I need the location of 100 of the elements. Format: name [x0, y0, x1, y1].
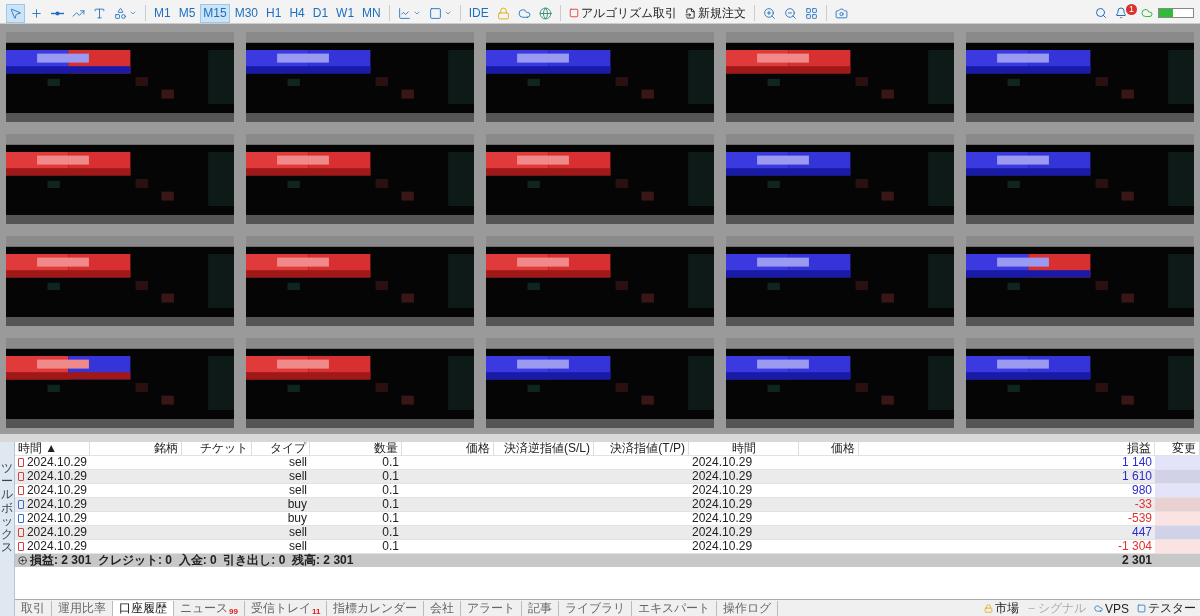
algo-trading-button[interactable]: アルゴリズム取引	[565, 3, 680, 23]
cloud-icon	[517, 6, 531, 20]
table-cell: 2024.10.29	[15, 540, 90, 553]
lock-icon	[496, 6, 510, 20]
text-icon	[93, 6, 106, 20]
lock-icon	[984, 604, 993, 613]
status-link[interactable]: VPS	[1090, 601, 1133, 616]
ide-button[interactable]: IDE	[465, 3, 492, 23]
caret-icon	[412, 9, 421, 17]
column-header[interactable]: 決済指値(T/P)	[594, 442, 689, 455]
column-header[interactable]: 価格	[799, 442, 859, 455]
table-cell-text: sell	[288, 456, 308, 469]
status-link[interactable]: テスター	[1133, 601, 1200, 616]
table-cell-text: sell	[288, 470, 308, 483]
notifications-button[interactable]: 1	[1112, 3, 1136, 23]
expand-icon	[18, 556, 27, 565]
timeframe-button[interactable]: H4	[286, 3, 308, 23]
table-cell-text: buy	[286, 512, 308, 525]
new-order-button[interactable]: 新規注文	[681, 3, 749, 23]
tab[interactable]: ライブラリ	[559, 601, 633, 616]
table-cell-text: sell	[288, 540, 308, 553]
change-cell	[1155, 512, 1200, 525]
zoom-in-icon	[762, 6, 776, 20]
table-cell-text: 980	[1130, 484, 1153, 497]
column-header[interactable]: 価格	[402, 442, 494, 455]
timeframe-button[interactable]: MN	[359, 3, 384, 23]
timeframe-button[interactable]: D1	[309, 3, 332, 23]
globe-icon	[538, 6, 552, 20]
timeframe-button[interactable]: M5	[175, 3, 199, 23]
status-link[interactable]: 市場	[980, 601, 1023, 616]
column-header[interactable]: タイプ	[252, 442, 310, 455]
change-cell	[1155, 526, 1200, 539]
column-header[interactable]: 時間 ▲	[15, 442, 90, 455]
table-cell-text: 0.1	[381, 540, 400, 553]
caret-icon	[443, 9, 452, 17]
toolbox-side-label: ツールボックス	[0, 442, 15, 616]
table-cell-text: 2024.10.29	[691, 512, 754, 525]
timeframe-button[interactable]: M30	[231, 3, 262, 23]
table-cell-text: 1 610	[1120, 470, 1153, 483]
change-cell	[1155, 540, 1200, 553]
column-header[interactable]: 数量	[310, 442, 402, 455]
tab[interactable]: 指標カレンダー	[327, 601, 425, 616]
summary-total: 2 301	[1120, 554, 1153, 567]
table-cell: 2024.10.29	[15, 526, 90, 539]
change-cell	[1155, 470, 1200, 483]
timeframe-button[interactable]: H1	[263, 3, 285, 23]
column-header[interactable]: 決済逆指値(S/L)	[494, 442, 594, 455]
notification-badge: 1	[1126, 3, 1137, 15]
table-cell-text: 2024.10.29	[691, 470, 754, 483]
table-cell-text: -539	[1126, 512, 1153, 525]
table-cell-text: buy	[286, 498, 308, 511]
bell-icon	[1115, 7, 1127, 19]
tab[interactable]: 会社	[424, 601, 462, 616]
timeframe-button[interactable]: M15	[200, 3, 230, 23]
table-cell: 2024.10.29	[15, 512, 90, 525]
column-header[interactable]: 変更	[1155, 442, 1200, 455]
shapes-icon	[114, 6, 127, 20]
table-cell-text: 2024.10.29	[691, 484, 754, 497]
table-cell-text: sell	[288, 526, 308, 539]
table-cell-text: 2024.10.29	[691, 540, 754, 553]
table-cell: 2024.10.29	[15, 484, 90, 497]
cursor-tool[interactable]	[6, 3, 25, 23]
change-cell	[1155, 456, 1200, 469]
change-cell	[1155, 498, 1200, 511]
column-header[interactable]: 銘柄	[90, 442, 182, 455]
tab[interactable]: アラート	[461, 601, 523, 616]
table-cell-text: 0.1	[381, 512, 400, 525]
timeframe-button[interactable]: M1	[151, 3, 174, 23]
tab[interactable]: エキスパート	[632, 601, 718, 616]
column-header[interactable]: チケット	[182, 442, 252, 455]
zoom-out-icon	[783, 6, 797, 20]
line-chart-icon	[397, 6, 411, 20]
tab[interactable]: 取引	[15, 601, 52, 616]
table-cell: 2024.10.29	[15, 470, 90, 483]
column-header[interactable]: 時間	[689, 442, 799, 455]
table-cell-text: sell	[288, 484, 308, 497]
table-cell: 2024.10.29	[15, 498, 90, 511]
table-cell-text: 2024.10.29	[691, 498, 754, 511]
table-cell-text: 0.1	[381, 484, 400, 497]
search-icon	[1095, 7, 1107, 19]
table-cell-text: -1 304	[1116, 540, 1153, 553]
table-cell-text: 447	[1130, 526, 1153, 539]
tab[interactable]: 操作ログ	[717, 601, 779, 616]
grid-icon	[804, 6, 818, 20]
cursor-icon	[9, 6, 22, 20]
tab[interactable]: 記事	[522, 601, 560, 616]
camera-icon	[834, 6, 848, 20]
table-cell-text: -33	[1133, 498, 1153, 511]
timeframe-button[interactable]: W1	[333, 3, 358, 23]
table-cell-text: 0.1	[381, 456, 400, 469]
table-cell: 2024.10.29	[15, 456, 90, 469]
table-cell-text: 2024.10.29	[691, 526, 754, 539]
cloud-icon	[1141, 7, 1153, 19]
column-header[interactable]: 損益	[1100, 442, 1155, 455]
tab[interactable]: 口座履歴	[113, 601, 174, 616]
summary-text: 損益: 2 301 クレジット: 0 入金: 0 引き出し: 0 残高: 2 301	[30, 554, 355, 567]
change-cell	[1155, 484, 1200, 497]
order-icon	[684, 7, 696, 19]
horizontal-line-icon	[51, 10, 64, 16]
table-cell-text: 0.1	[381, 470, 400, 483]
